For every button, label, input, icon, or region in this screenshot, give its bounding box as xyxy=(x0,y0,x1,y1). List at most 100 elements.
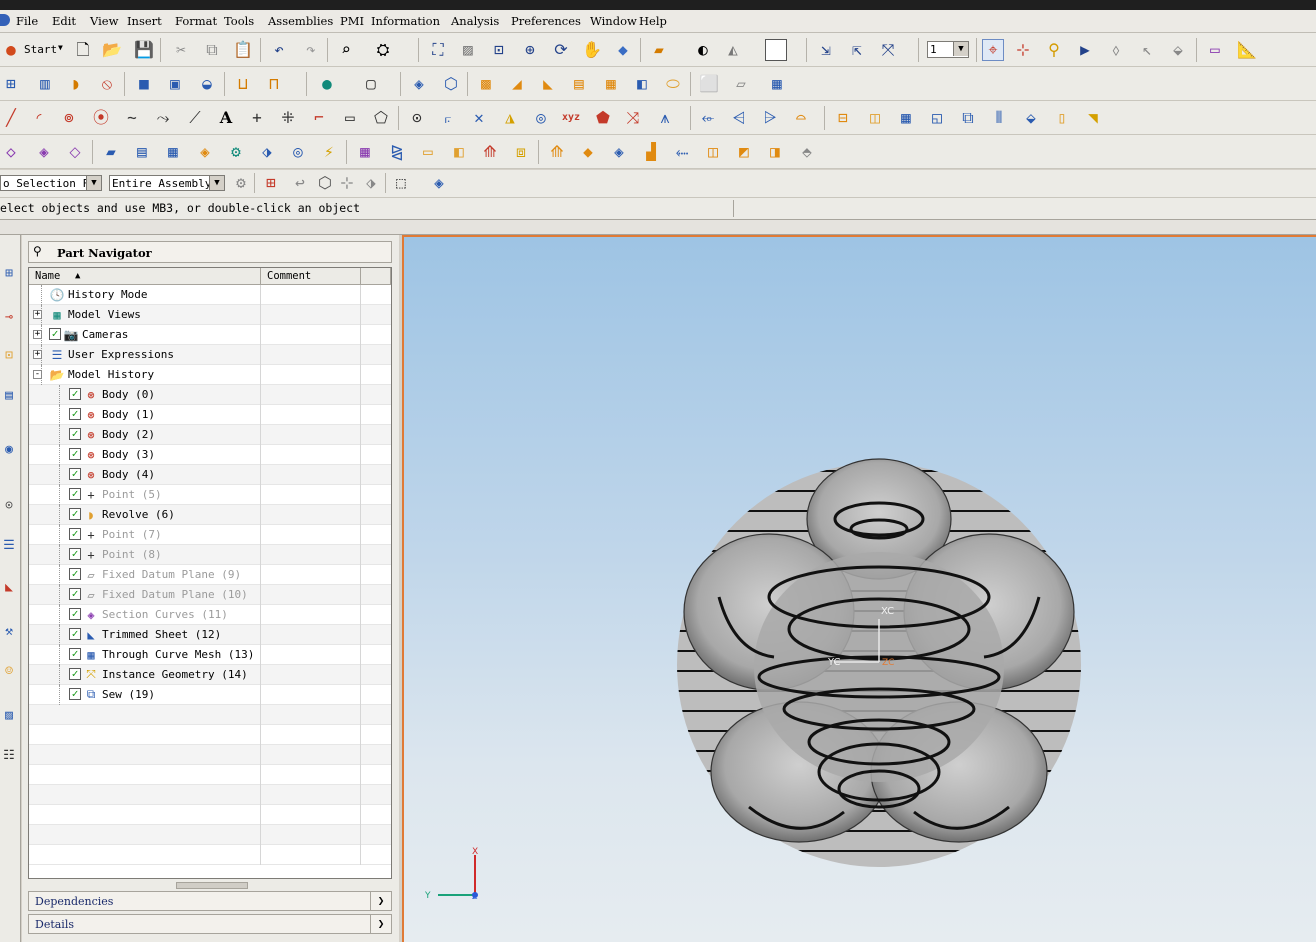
resize-face-icon[interactable]: ◨ xyxy=(764,141,786,163)
revolve-tool-icon[interactable]: ◗ xyxy=(65,73,87,95)
motion-icon[interactable]: ▶ xyxy=(1074,39,1096,61)
menu-edit[interactable]: Edit xyxy=(52,14,76,28)
undo-icon[interactable]: ↶ xyxy=(268,39,290,61)
chamfer-icon[interactable]: ⬡ xyxy=(440,73,462,95)
studio-surface-icon[interactable]: ▰ xyxy=(100,141,122,163)
isoparametric-icon[interactable]: ⩥ xyxy=(759,107,781,129)
selection-scope-dropdown-icon[interactable]: ▼ xyxy=(209,176,224,190)
cylinder-icon[interactable]: ▣ xyxy=(164,73,186,95)
menu-preferences[interactable]: Preferences xyxy=(511,14,581,28)
offset-region-icon[interactable]: ▟ xyxy=(640,141,662,163)
n-sided-icon[interactable]: ⧉ xyxy=(957,107,979,129)
history-icon[interactable]: ⊙ xyxy=(0,495,18,515)
visibility-checkbox[interactable]: ✓ xyxy=(69,668,81,680)
visibility-checkbox[interactable]: ✓ xyxy=(69,608,81,620)
unite-icon[interactable]: ⊔ xyxy=(232,73,254,95)
wcs-orient-icon[interactable]: ⤧ xyxy=(877,39,899,61)
join-curve-icon[interactable]: ⩤ xyxy=(728,107,750,129)
command-finder-icon[interactable]: ⌕ xyxy=(335,39,357,61)
constraint-navigator-icon[interactable]: ⊸ xyxy=(0,307,18,327)
tree-row[interactable]: ✓ ⊛ Body (2) xyxy=(29,425,391,445)
project-curve-icon[interactable]: ◮ xyxy=(499,107,521,129)
menu-help[interactable]: Help xyxy=(639,14,667,28)
trim-sheet-icon[interactable]: ▭ xyxy=(417,141,439,163)
match-edge-icon[interactable]: ⬦ xyxy=(64,141,86,163)
save-icon[interactable]: 💾 xyxy=(133,39,155,61)
tree-row[interactable]: ✓ + Point (8) xyxy=(29,545,391,565)
redo-icon[interactable]: ↷ xyxy=(300,39,322,61)
visibility-checkbox[interactable]: ✓ xyxy=(69,688,81,700)
horizontal-scrollbar[interactable] xyxy=(28,881,392,889)
visibility-checkbox[interactable]: ✓ xyxy=(69,588,81,600)
block-icon[interactable]: ■ xyxy=(133,73,155,95)
face-analysis-icon[interactable]: ◎ xyxy=(287,141,309,163)
rotate-icon[interactable]: ⟳ xyxy=(550,39,572,61)
roles-icon[interactable]: ☺ xyxy=(0,661,18,681)
subtract-icon[interactable]: ⊓ xyxy=(263,73,285,95)
offset-curve-icon[interactable]: ⟔ xyxy=(437,107,459,129)
offset-face-icon[interactable]: ◣ xyxy=(537,73,559,95)
tree-row[interactable]: ✓ + Point (5) xyxy=(29,485,391,505)
tree-row[interactable]: + ✓ 📷 Cameras xyxy=(29,325,391,345)
start-dropdown-icon[interactable]: ▼ xyxy=(58,43,63,52)
wcs-dynamics-icon[interactable]: ⇲ xyxy=(815,39,837,61)
undo-selection-icon[interactable]: ↩ xyxy=(289,172,311,194)
part-navigator-icon[interactable]: ⊡ xyxy=(0,345,18,365)
face-blend-icon[interactable]: ◈ xyxy=(194,141,216,163)
tree-row[interactable]: ✓ + Point (7) xyxy=(29,525,391,545)
tree-row[interactable]: + ☰ User Expressions xyxy=(29,345,391,365)
curve-analysis-icon[interactable]: ⬗ xyxy=(256,141,278,163)
x-form-icon[interactable]: ◇ xyxy=(0,141,22,163)
visibility-checkbox[interactable]: ✓ xyxy=(69,648,81,660)
deselect-icon[interactable]: ⬙ xyxy=(1167,39,1189,61)
filter-settings-icon[interactable]: ⚙ xyxy=(230,172,252,194)
pan-icon[interactable]: ✋ xyxy=(581,39,603,61)
visibility-checkbox[interactable]: ✓ xyxy=(69,428,81,440)
rectangle-icon[interactable]: ▭ xyxy=(339,107,361,129)
plane-icon[interactable]: ▢ xyxy=(360,73,382,95)
menu-file[interactable]: File xyxy=(16,14,38,28)
visibility-checkbox[interactable]: ✓ xyxy=(69,488,81,500)
visibility-checkbox[interactable]: ✓ xyxy=(69,408,81,420)
assembly-navigator-icon[interactable]: ⊞ xyxy=(0,263,18,283)
sheet-icon[interactable]: ▱ xyxy=(730,73,752,95)
instance-icon[interactable]: ▦ xyxy=(766,73,788,95)
ruler-icon[interactable]: ▭ xyxy=(1204,39,1226,61)
hole-icon[interactable]: ▤ xyxy=(568,73,590,95)
tree-row[interactable]: + ▦ Model Views xyxy=(29,305,391,325)
menu-information[interactable]: Information xyxy=(371,14,440,28)
circle-point-icon[interactable]: ⊚ xyxy=(58,107,80,129)
blend-icon[interactable]: ◥ xyxy=(1082,107,1104,129)
menu-analysis[interactable]: Analysis xyxy=(451,14,499,28)
select-icon[interactable]: ↖ xyxy=(1136,39,1158,61)
arc-icon[interactable]: ◜ xyxy=(28,107,50,129)
feature-select-icon[interactable]: ⬗ xyxy=(360,172,382,194)
comment-column-header[interactable]: Comment xyxy=(261,268,361,285)
expand-icon[interactable]: + xyxy=(33,350,42,359)
tree-row[interactable]: - 📂 Model History xyxy=(29,365,391,385)
shading-icon[interactable]: ◐ xyxy=(692,39,714,61)
start-icon[interactable]: ● xyxy=(0,39,22,61)
layer-dropdown-icon[interactable]: ▼ xyxy=(953,42,968,56)
rendering-style-icon[interactable]: ▰ xyxy=(648,39,670,61)
paste-icon[interactable]: 📋 xyxy=(232,39,254,61)
process-studio-icon[interactable]: ☰ xyxy=(0,535,18,555)
menu-assemblies[interactable]: Assemblies xyxy=(268,14,333,28)
more-surface-icon[interactable]: ⬘ xyxy=(796,141,818,163)
line-icon[interactable]: ╱ xyxy=(0,107,22,129)
type-filter-dropdown-icon[interactable]: ▼ xyxy=(86,176,101,190)
extrude-icon[interactable]: ▥ xyxy=(34,73,56,95)
app-icon[interactable] xyxy=(0,14,10,26)
spline-icon[interactable]: ∼ xyxy=(121,107,143,129)
tree-row[interactable]: ✓ ⤧ Instance Geometry (14) xyxy=(29,665,391,685)
trim-extend-icon[interactable]: ◧ xyxy=(448,141,470,163)
global-shaping-icon[interactable]: ⚙ xyxy=(225,141,247,163)
bridge-curve-icon[interactable]: ✕ xyxy=(468,107,490,129)
expand-icon[interactable]: + xyxy=(33,310,42,319)
background-icon[interactable] xyxy=(765,39,787,61)
binoculars-icon[interactable]: ⛭ xyxy=(372,39,394,61)
menu-pmi[interactable]: PMI xyxy=(340,14,364,28)
replace-face-icon[interactable]: ⬸ xyxy=(671,141,693,163)
mesh-surface-icon[interactable]: ▦ xyxy=(895,107,917,129)
select-all-icon[interactable]: ◈ xyxy=(428,172,450,194)
